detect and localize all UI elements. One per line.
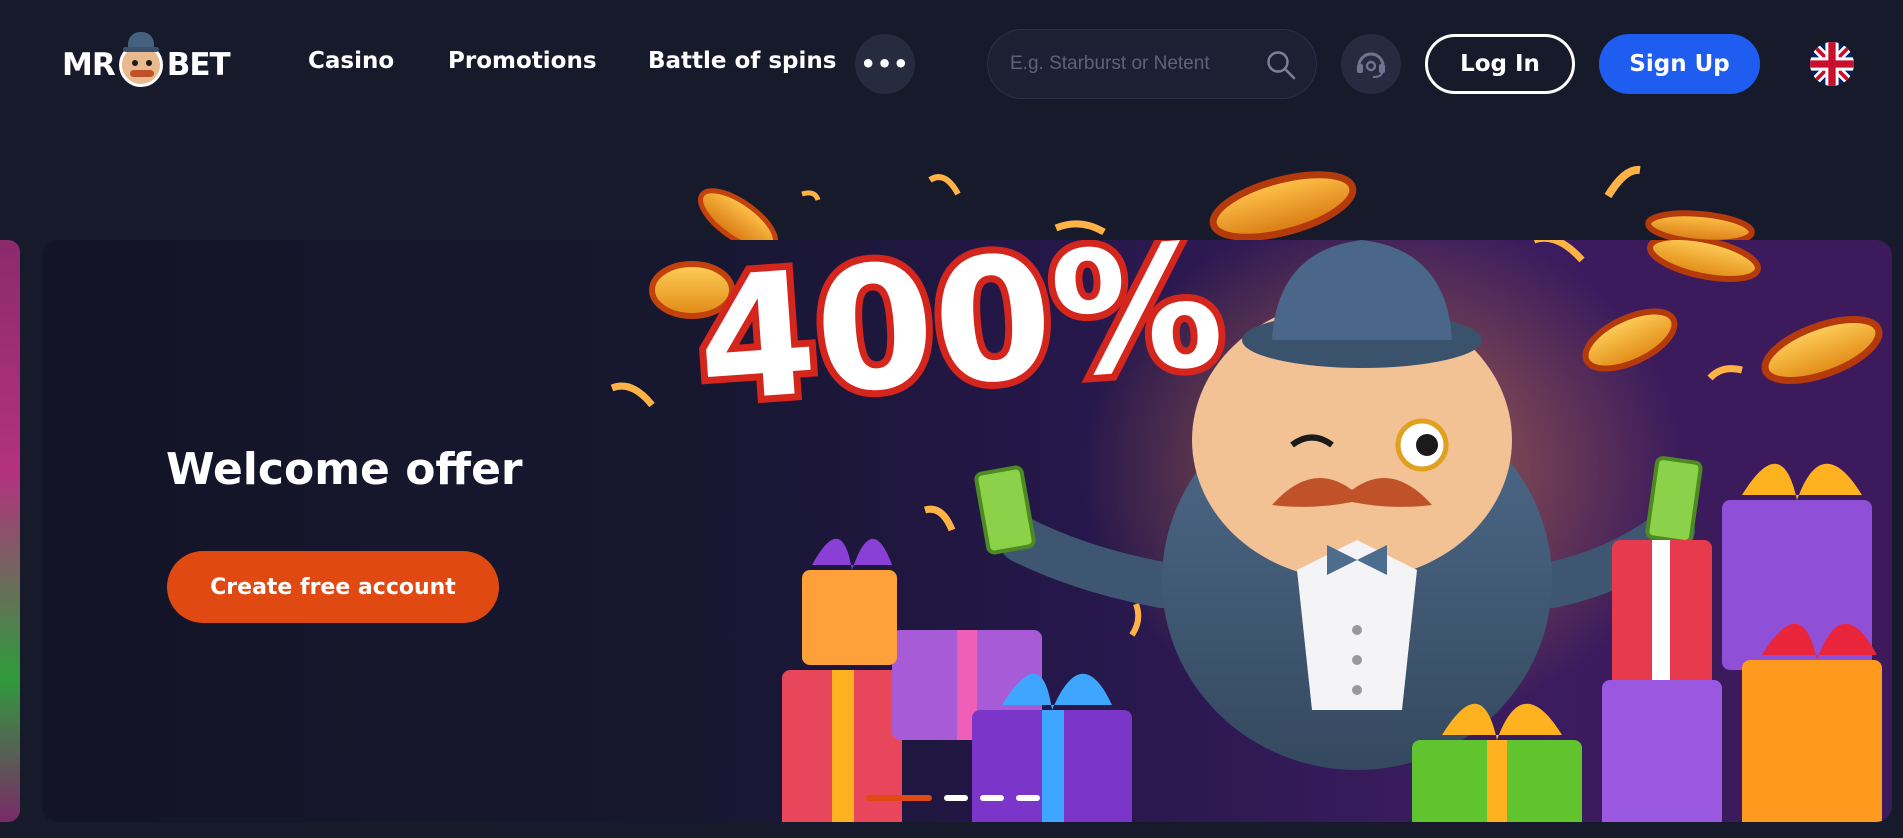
- support-button[interactable]: [1341, 34, 1401, 94]
- site-header: MR BET Casino Promotions Battle of spins…: [0, 0, 1903, 128]
- signup-button[interactable]: Sign Up: [1599, 34, 1760, 94]
- more-menu-button[interactable]: •••: [855, 34, 915, 94]
- carousel-dot-4[interactable]: [1016, 795, 1040, 801]
- uk-flag-icon: [1810, 42, 1854, 86]
- login-button[interactable]: Log In: [1425, 34, 1575, 94]
- carousel-dot-2[interactable]: [944, 795, 968, 801]
- nav-promotions[interactable]: Promotions: [448, 48, 597, 74]
- search-input[interactable]: [1010, 53, 1260, 75]
- nav-casino[interactable]: Casino: [308, 48, 394, 74]
- hero-title: Welcome offer: [166, 444, 523, 495]
- language-selector[interactable]: [1810, 42, 1854, 86]
- flying-coins-decoration: [698, 165, 1755, 248]
- mascot-logo-icon: [118, 32, 163, 87]
- headset-support-icon: [1357, 52, 1385, 78]
- logo-text-left: MR: [62, 47, 116, 83]
- search-box[interactable]: [987, 29, 1317, 99]
- logo-text-right: BET: [166, 47, 231, 83]
- carousel-dot-1[interactable]: [866, 795, 932, 801]
- carousel-pagination: [866, 795, 1040, 801]
- create-free-account-button[interactable]: Create free account: [167, 551, 499, 623]
- previous-slide-peek[interactable]: [0, 240, 20, 822]
- search-icon[interactable]: [1266, 50, 1296, 80]
- nav-battle-of-spins[interactable]: Battle of spins: [648, 48, 836, 74]
- mrbet-logo[interactable]: MR BET: [62, 30, 232, 100]
- ellipsis-icon: •••: [860, 50, 910, 78]
- carousel-dot-3[interactable]: [980, 795, 1004, 801]
- banner-illustration: 400%: [610, 240, 1883, 822]
- welcome-offer-banner: 400% Welcome offer Create free account: [42, 240, 1892, 822]
